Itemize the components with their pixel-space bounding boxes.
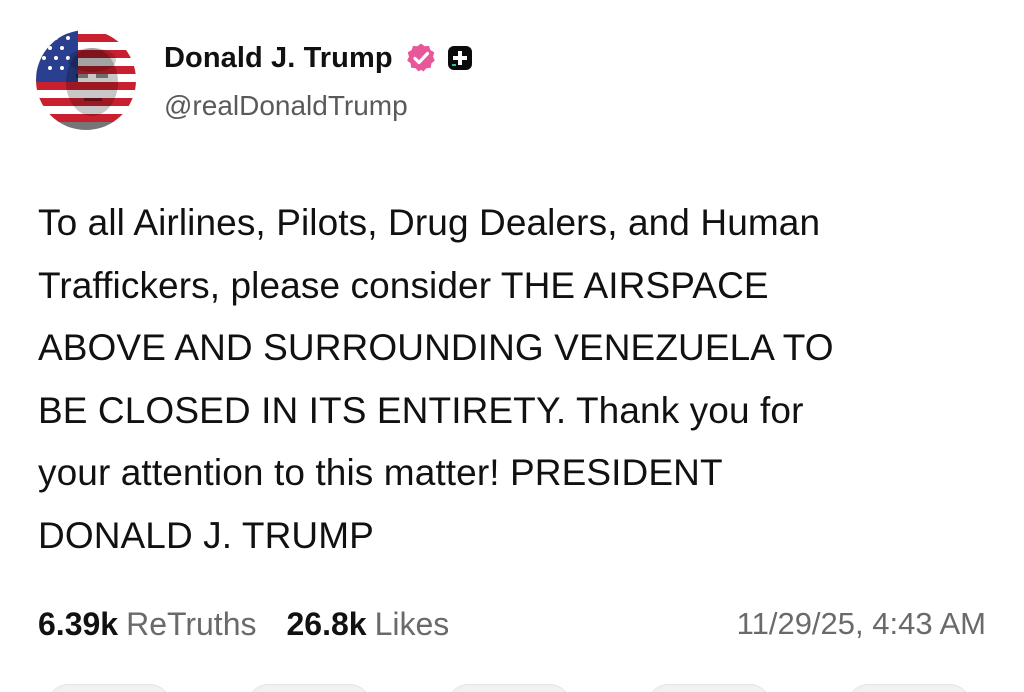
post-card: Donald J. Trump @realDonaldTrump To all … (0, 0, 1024, 692)
more-button[interactable] (848, 684, 970, 692)
avatar-image (36, 30, 136, 130)
author-display-name[interactable]: Donald J. Trump (164, 42, 393, 75)
retruths-count: 6.39k (38, 605, 119, 642)
verified-badge-icon (405, 42, 437, 74)
truth-plus-icon (447, 45, 473, 71)
likes-label: Likes (374, 605, 450, 642)
like-button[interactable] (448, 684, 570, 692)
retruths-label: ReTruths (126, 605, 257, 642)
post-stats: 6.39k ReTruths 26.8k Likes (38, 602, 449, 646)
post-body-text: To all Airlines, Pilots, Drug Dealers, a… (38, 202, 834, 556)
retruth-button[interactable] (248, 684, 370, 692)
likes-stat[interactable]: 26.8k Likes (286, 606, 449, 643)
post-timestamp: 11/29/25, 4:43 AM (736, 606, 986, 641)
likes-count: 26.8k (286, 605, 367, 642)
post-action-bar (0, 676, 1024, 692)
avatar[interactable] (36, 30, 136, 130)
author-handle[interactable]: @realDonaldTrump (164, 90, 408, 122)
retruths-stat[interactable]: 6.39k ReTruths (38, 606, 256, 643)
reply-button[interactable] (48, 684, 170, 692)
author-name-row: Donald J. Trump (164, 38, 473, 78)
share-button[interactable] (648, 684, 770, 692)
